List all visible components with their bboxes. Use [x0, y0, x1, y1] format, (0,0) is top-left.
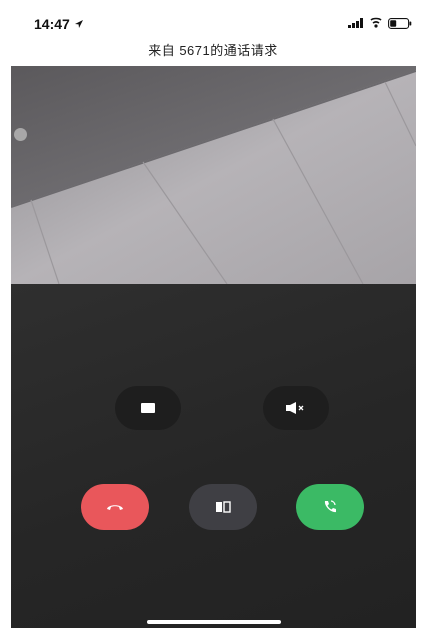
time-label: 14:47	[34, 16, 70, 32]
accept-call-icon	[324, 500, 336, 513]
status-bar: 14:47	[0, 0, 426, 40]
status-icons	[348, 17, 412, 29]
hang-up-icon	[107, 505, 123, 510]
signal-bars-icon	[348, 18, 363, 28]
video-toggle-button[interactable]	[115, 386, 181, 430]
speaker-mute-icon	[286, 402, 304, 414]
call-request-title: 来自 5671的通话请求	[148, 43, 278, 58]
status-time: 14:47	[34, 16, 84, 32]
video-call-screen	[11, 66, 416, 628]
camera-preview-image	[11, 66, 416, 284]
accept-call-button[interactable]	[296, 484, 364, 530]
video-toggle-icon	[141, 403, 155, 413]
mute-button[interactable]	[263, 386, 329, 430]
switch-camera-icon	[216, 501, 231, 513]
edge-indicator-icon	[14, 128, 27, 141]
battery-icon	[388, 17, 412, 29]
call-controls-area	[11, 284, 416, 628]
decline-call-button[interactable]	[81, 484, 149, 530]
home-indicator[interactable]	[147, 620, 281, 624]
wifi-calling-icon	[370, 17, 382, 28]
switch-camera-button[interactable]	[189, 484, 257, 530]
camera-preview	[11, 66, 416, 284]
location-arrow-icon	[74, 20, 83, 28]
